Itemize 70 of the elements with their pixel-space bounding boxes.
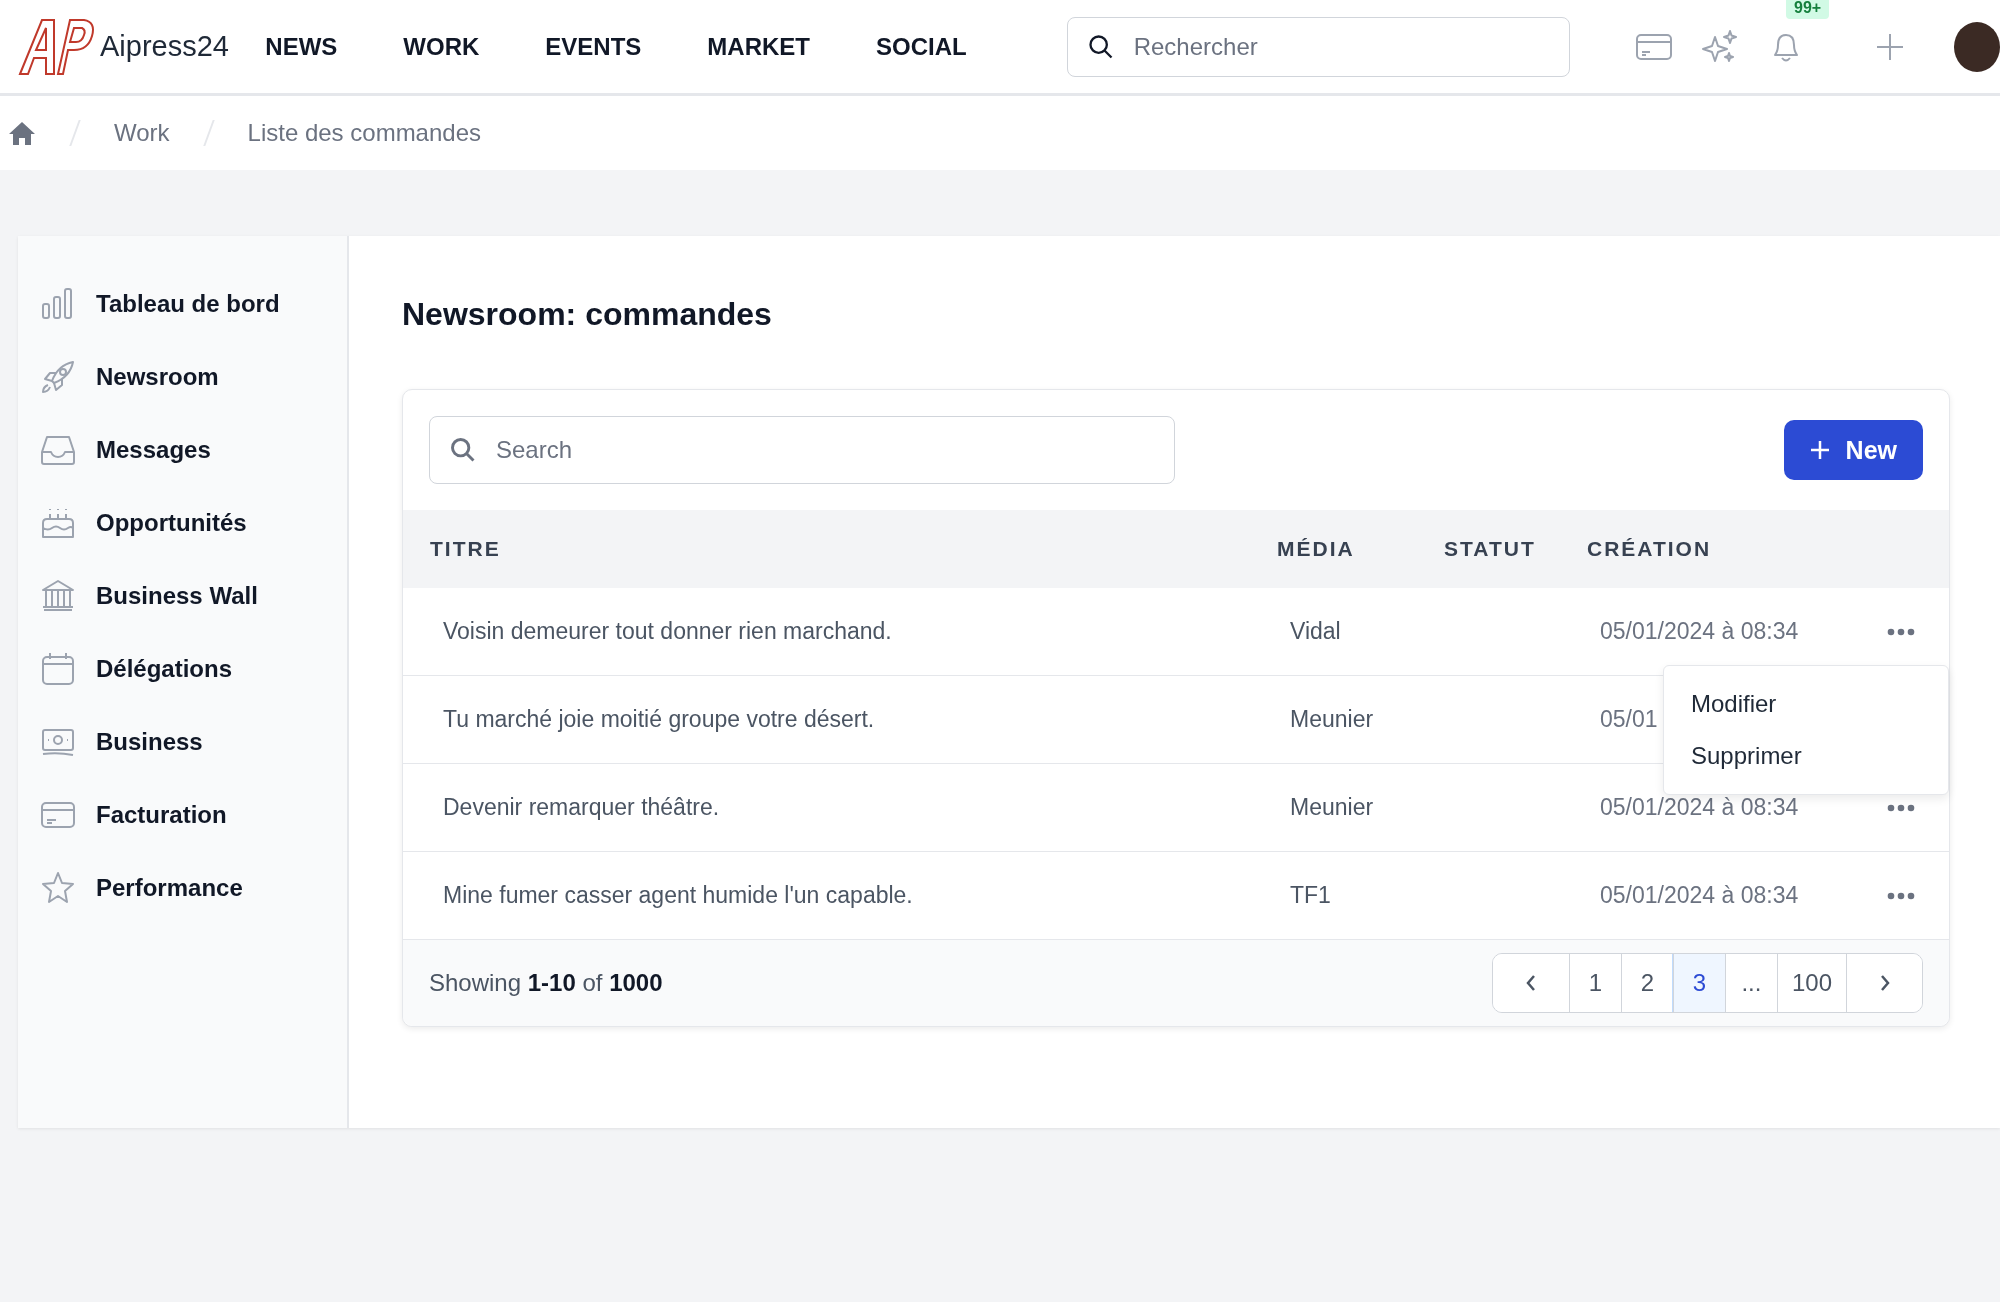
sidebar-item[interactable]: Opportunités <box>18 503 347 543</box>
page-button[interactable]: 3 <box>1672 954 1725 1012</box>
sidebar-item[interactable]: Business Wall <box>18 576 347 616</box>
nav-link[interactable]: WORK <box>403 32 480 61</box>
search-field[interactable]: Rechercher <box>1066 16 1570 77</box>
table-cell-text: Devenir remarquer théâtre. <box>442 794 721 821</box>
column-header: MÉDIA <box>1277 537 1356 561</box>
table-cell-text: Voisin demeurer tout donner rien marchand. <box>442 618 893 645</box>
table-cell-text: TF1 <box>1289 882 1332 909</box>
sidebar-label: Délégations <box>96 655 233 683</box>
nav-link[interactable]: NEWS <box>265 32 338 61</box>
sidebar-label: Messages <box>96 436 211 464</box>
table-cell-text: 05/01/2024 à 08:34 <box>1599 794 1800 821</box>
breadcrumb-link[interactable]: Liste des commandes <box>247 119 481 147</box>
sidebar-item[interactable]: Délégations <box>18 649 347 689</box>
table-cell-text: Meunier <box>1289 794 1375 821</box>
table-cell-text: Tu marché joie moitié groupe votre désert. <box>442 706 876 733</box>
page-button[interactable]: 1 <box>1568 954 1621 1012</box>
sidebar-label: Newsroom <box>96 363 219 391</box>
sidebar-item[interactable]: Messages <box>18 430 347 470</box>
bank-icon <box>40 578 76 614</box>
nav-link[interactable]: MARKET <box>707 32 810 61</box>
sidebar-item[interactable]: Business <box>18 722 347 762</box>
notification-badge: 99+ <box>1786 0 1830 19</box>
nav-link[interactable]: EVENTS <box>545 32 642 61</box>
page-button[interactable]: ... <box>1724 954 1777 1012</box>
sidebar-item[interactable]: Tableau de bord <box>18 284 347 324</box>
search-field[interactable]: Search <box>429 416 1175 484</box>
breadcrumb-link[interactable]: Work <box>114 119 170 147</box>
sidebar-label: Opportunités <box>96 509 247 537</box>
column-header: TITRE <box>429 537 502 561</box>
table-cell-text: 05/01/2024 à 08:34 <box>1599 882 1800 909</box>
column-header: STATUT <box>1444 537 1537 561</box>
sidebar-label: Business Wall <box>96 582 258 610</box>
table-cell-text: 05/01/2024 à 08:34 <box>1599 618 1800 645</box>
sidebar-label: Facturation <box>96 801 227 829</box>
logo-icon[interactable] <box>18 17 94 76</box>
table-cell-text: Vidal <box>1289 618 1342 645</box>
home-icon[interactable] <box>8 119 36 147</box>
more-options-icon[interactable] <box>1887 891 1915 900</box>
credit-card-icon[interactable] <box>1636 32 1672 61</box>
page-button[interactable]: 2 <box>1620 954 1673 1012</box>
menu-item[interactable]: Supprimer <box>1664 730 1948 782</box>
page-button[interactable]: 100 <box>1776 954 1846 1012</box>
brand-name[interactable]: Aipress24 <box>100 30 229 63</box>
more-options-icon[interactable] <box>1887 803 1915 812</box>
showing-count: Showing 1-10 of 1000 <box>429 969 663 997</box>
chevron-right-icon <box>1878 973 1891 993</box>
sidebar-item[interactable]: Newsroom <box>18 357 347 397</box>
page-title: Newsroom: commandes <box>402 296 773 333</box>
rocket-icon <box>40 359 76 395</box>
column-header: CRÉATION <box>1587 537 1713 561</box>
star-icon <box>40 870 76 906</box>
calendar-icon <box>40 651 76 687</box>
sidebar-label: Performance <box>96 874 243 902</box>
sidebar-item[interactable]: Facturation <box>18 795 347 835</box>
sidebar-item[interactable]: Performance <box>18 868 347 908</box>
avatar[interactable] <box>1954 21 2000 72</box>
sidebar-label: Tableau de bord <box>96 290 280 318</box>
sparkles-icon[interactable] <box>1702 28 1738 65</box>
new-button[interactable]: New <box>1783 420 1923 480</box>
plus-icon <box>1809 440 1830 460</box>
sidebar-label: Business <box>96 728 203 756</box>
more-options-icon[interactable] <box>1887 627 1915 636</box>
chevron-left-icon <box>1524 973 1537 993</box>
table-cell-text: Meunier <box>1289 706 1375 733</box>
menu-item[interactable]: Modifier <box>1664 678 1948 730</box>
nav-link[interactable]: SOCIAL <box>876 32 967 61</box>
table-cell-text: Mine fumer casser agent humide l'un capable. <box>442 882 914 909</box>
table-cell-text: 05/01 <box>1599 706 1659 733</box>
